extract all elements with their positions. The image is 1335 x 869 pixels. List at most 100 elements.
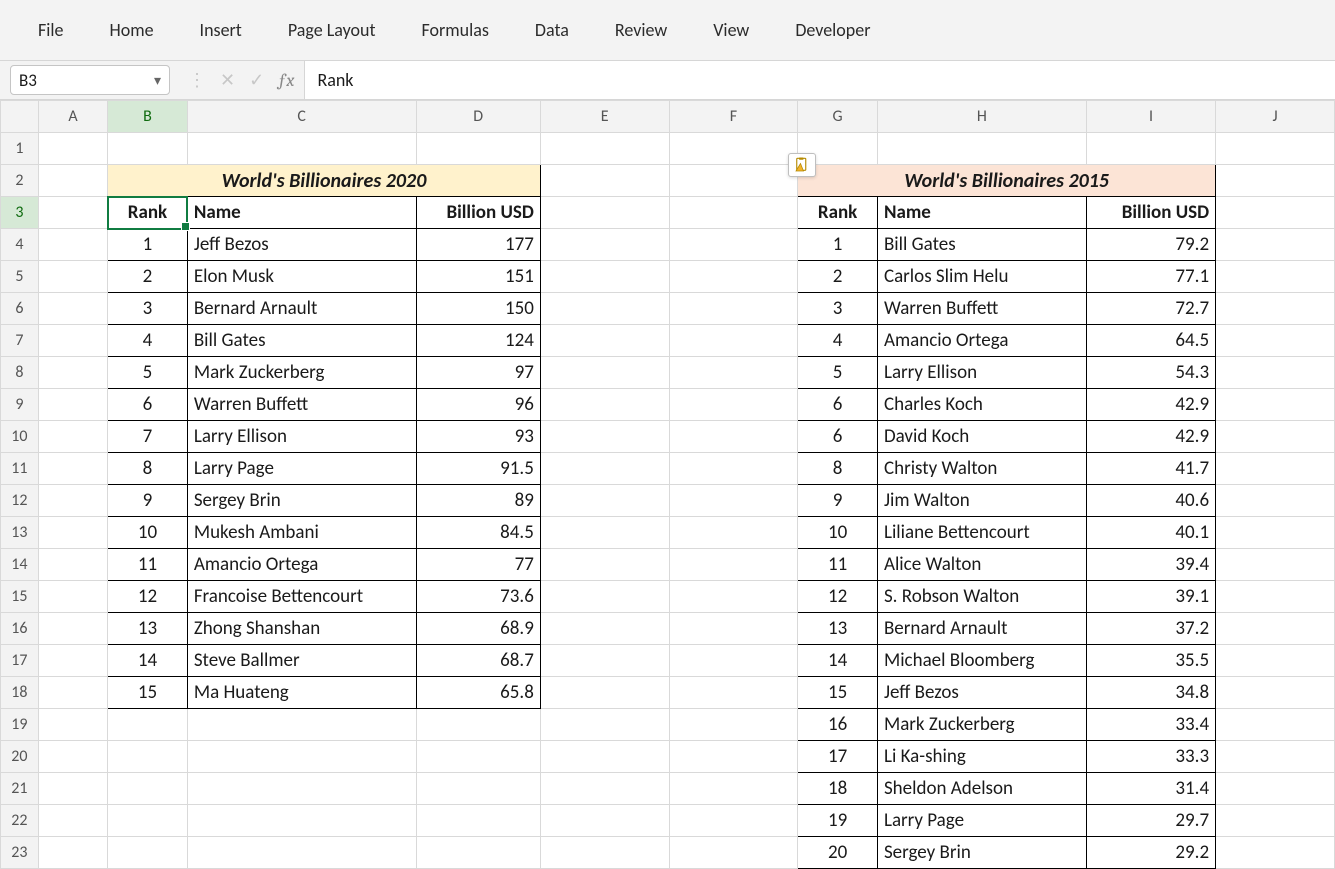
cell-E18[interactable] xyxy=(540,677,669,709)
cell-F9[interactable] xyxy=(669,389,798,421)
ribbon-tab-file[interactable]: File xyxy=(28,13,74,47)
cell-F7[interactable] xyxy=(669,325,798,357)
row-header-15[interactable]: 15 xyxy=(1,581,39,613)
cell-J9[interactable] xyxy=(1216,389,1335,421)
ribbon-tab-view[interactable]: View xyxy=(703,13,759,47)
cell-B9[interactable]: 6 xyxy=(108,389,188,421)
row-header-18[interactable]: 18 xyxy=(1,677,39,709)
cell-E13[interactable] xyxy=(540,517,669,549)
cell-A15[interactable] xyxy=(38,581,107,613)
cell-H15[interactable]: S. Robson Walton xyxy=(877,581,1086,613)
cell-F13[interactable] xyxy=(669,517,798,549)
cell-A9[interactable] xyxy=(38,389,107,421)
column-header-E[interactable]: E xyxy=(540,101,669,133)
cell-B14[interactable]: 11 xyxy=(108,549,188,581)
cell-D1[interactable] xyxy=(416,133,540,165)
cell-D10[interactable]: 93 xyxy=(416,421,540,453)
cell-E11[interactable] xyxy=(540,453,669,485)
cell-C8[interactable]: Mark Zuckerberg xyxy=(187,357,416,389)
cell-E4[interactable] xyxy=(540,229,669,261)
cell-A1[interactable] xyxy=(38,133,107,165)
row-header-20[interactable]: 20 xyxy=(1,741,39,773)
row-header-5[interactable]: 5 xyxy=(1,261,39,293)
row-header-16[interactable]: 16 xyxy=(1,613,39,645)
ribbon-tab-insert[interactable]: Insert xyxy=(190,13,252,47)
cell-C18[interactable]: Ma Huateng xyxy=(187,677,416,709)
cell-H20[interactable]: Li Ka-shing xyxy=(877,741,1086,773)
cell-D21[interactable] xyxy=(416,773,540,805)
cell-I20[interactable]: 33.3 xyxy=(1086,741,1215,773)
cell-B21[interactable] xyxy=(108,773,188,805)
cell-I6[interactable]: 72.7 xyxy=(1086,293,1215,325)
cell-E22[interactable] xyxy=(540,805,669,837)
cell-F6[interactable] xyxy=(669,293,798,325)
cell-J17[interactable] xyxy=(1216,645,1335,677)
column-header-A[interactable]: A xyxy=(38,101,107,133)
cell-C14[interactable]: Amancio Ortega xyxy=(187,549,416,581)
cell-B16[interactable]: 13 xyxy=(108,613,188,645)
cell-E19[interactable] xyxy=(540,709,669,741)
cell-H9[interactable]: Charles Koch xyxy=(877,389,1086,421)
cell-H13[interactable]: Liliane Bettencourt xyxy=(877,517,1086,549)
row-header-14[interactable]: 14 xyxy=(1,549,39,581)
cell-G14[interactable]: 11 xyxy=(798,549,878,581)
cell-B12[interactable]: 9 xyxy=(108,485,188,517)
cell-A18[interactable] xyxy=(38,677,107,709)
cell-H11[interactable]: Christy Walton xyxy=(877,453,1086,485)
cell-A21[interactable] xyxy=(38,773,107,805)
cell-J6[interactable] xyxy=(1216,293,1335,325)
cell-H8[interactable]: Larry Ellison xyxy=(877,357,1086,389)
cell-C22[interactable] xyxy=(187,805,416,837)
cell-C21[interactable] xyxy=(187,773,416,805)
cell-D22[interactable] xyxy=(416,805,540,837)
cell-G6[interactable]: 3 xyxy=(798,293,878,325)
cell-A22[interactable] xyxy=(38,805,107,837)
cell-H10[interactable]: David Koch xyxy=(877,421,1086,453)
cell-G17[interactable]: 14 xyxy=(798,645,878,677)
cell-F14[interactable] xyxy=(669,549,798,581)
cell-E9[interactable] xyxy=(540,389,669,421)
cell-J1[interactable] xyxy=(1216,133,1335,165)
row-header-1[interactable]: 1 xyxy=(1,133,39,165)
column-header-F[interactable]: F xyxy=(669,101,798,133)
cell-B22[interactable] xyxy=(108,805,188,837)
cell-A3[interactable] xyxy=(38,197,107,229)
cell-F18[interactable] xyxy=(669,677,798,709)
cell-A13[interactable] xyxy=(38,517,107,549)
cell-A12[interactable] xyxy=(38,485,107,517)
cell-H5[interactable]: Carlos Slim Helu xyxy=(877,261,1086,293)
cell-G4[interactable]: 1 xyxy=(798,229,878,261)
cell-C11[interactable]: Larry Page xyxy=(187,453,416,485)
cell-I19[interactable]: 33.4 xyxy=(1086,709,1215,741)
cell-G9[interactable]: 6 xyxy=(798,389,878,421)
select-all-corner[interactable] xyxy=(1,101,39,133)
row-header-11[interactable]: 11 xyxy=(1,453,39,485)
column-header-J[interactable]: J xyxy=(1216,101,1335,133)
cell-D7[interactable]: 124 xyxy=(416,325,540,357)
cell-A17[interactable] xyxy=(38,645,107,677)
cell-C4[interactable]: Jeff Bezos xyxy=(187,229,416,261)
cell-H16[interactable]: Bernard Arnault xyxy=(877,613,1086,645)
cell-B10[interactable]: 7 xyxy=(108,421,188,453)
cell-F22[interactable] xyxy=(669,805,798,837)
cell-A8[interactable] xyxy=(38,357,107,389)
row-header-19[interactable]: 19 xyxy=(1,709,39,741)
cell-F3[interactable] xyxy=(669,197,798,229)
cell-G8[interactable]: 5 xyxy=(798,357,878,389)
cell-J16[interactable] xyxy=(1216,613,1335,645)
cancel-icon[interactable]: ✕ xyxy=(220,69,235,91)
cell-G19[interactable]: 16 xyxy=(798,709,878,741)
cell-C13[interactable]: Mukesh Ambani xyxy=(187,517,416,549)
cell-G3[interactable]: Rank xyxy=(798,197,878,229)
cell-F12[interactable] xyxy=(669,485,798,517)
column-header-B[interactable]: B xyxy=(108,101,188,133)
cell-E14[interactable] xyxy=(540,549,669,581)
cell-I4[interactable]: 79.2 xyxy=(1086,229,1215,261)
cell-I10[interactable]: 42.9 xyxy=(1086,421,1215,453)
cell-G22[interactable]: 19 xyxy=(798,805,878,837)
cell-F19[interactable] xyxy=(669,709,798,741)
cell-I5[interactable]: 77.1 xyxy=(1086,261,1215,293)
cell-A20[interactable] xyxy=(38,741,107,773)
cell-C12[interactable]: Sergey Brin xyxy=(187,485,416,517)
cell-F20[interactable] xyxy=(669,741,798,773)
